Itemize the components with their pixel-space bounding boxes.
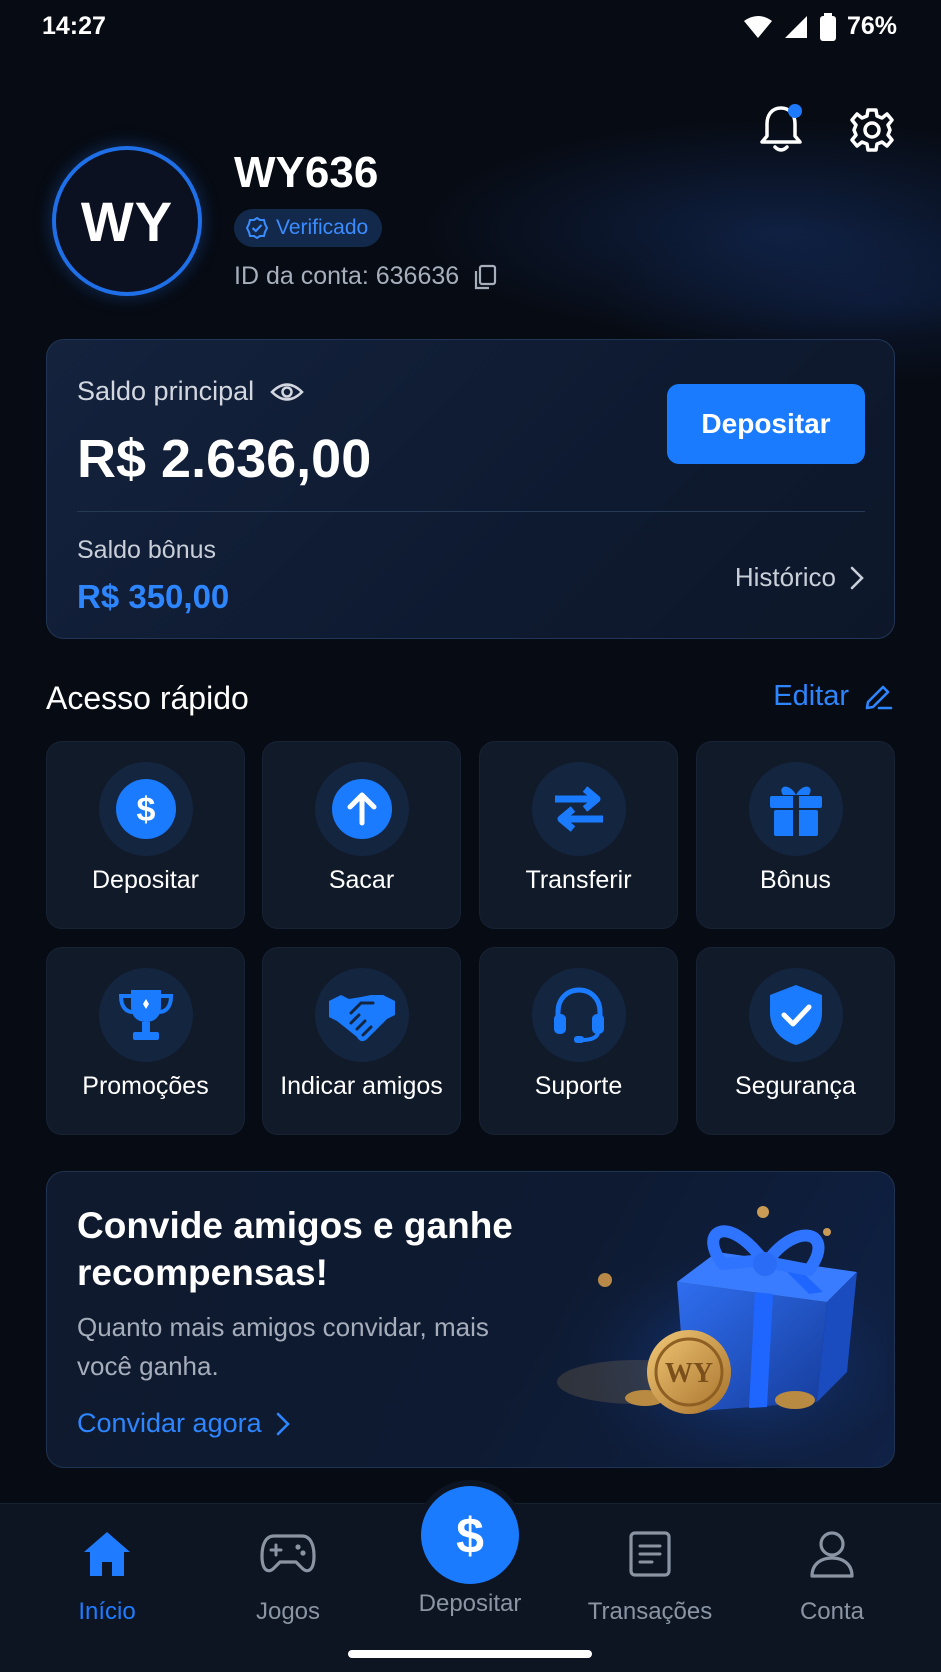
arrow-up-icon <box>332 779 392 839</box>
gift-box-illustration: WY <box>547 1206 887 1462</box>
balance-card: Saldo principal R$ 2.636,00 Depositar Sa… <box>46 339 895 639</box>
invite-promo-card[interactable]: Convide amigos e ganhe recompensas! Quan… <box>46 1171 895 1468</box>
svg-text:$: $ <box>137 791 156 829</box>
quick-access-security[interactable]: Segurança <box>696 947 895 1135</box>
invite-now-label: Convidar agora <box>77 1408 262 1438</box>
quick-access-title: Acesso rápido <box>46 680 249 716</box>
eye-icon[interactable] <box>270 381 304 403</box>
quick-access-label: Segurança <box>735 1072 856 1100</box>
coin-text: WY <box>665 1358 713 1389</box>
signal-icon <box>784 15 807 38</box>
settings-gear-icon[interactable] <box>848 106 896 154</box>
pencil-icon <box>865 685 893 709</box>
nav-label: Conta <box>799 1598 865 1625</box>
notification-dot <box>788 104 802 118</box>
status-time: 14:27 <box>42 12 106 40</box>
quick-access-label: Sacar <box>328 866 395 894</box>
nav-deposit-fab[interactable]: $ <box>421 1486 519 1584</box>
home-icon <box>84 1532 130 1576</box>
dollar-icon: $ <box>116 779 176 839</box>
quick-access-label: Depositar <box>92 866 199 894</box>
bonus-balance-label: Saldo bônus <box>77 536 217 564</box>
home-indicator <box>348 1650 592 1658</box>
user-icon <box>810 1531 854 1578</box>
headset-icon <box>554 987 604 1043</box>
quick-access-promotions[interactable]: Promoções <box>46 947 245 1135</box>
nav-label: Transações <box>587 1598 713 1625</box>
gamepad-icon <box>260 1534 316 1573</box>
quick-access-label: Transferir <box>525 866 632 894</box>
account-id-text: ID da conta: 636636 <box>234 262 460 290</box>
gift-icon <box>770 786 822 836</box>
battery-icon <box>819 12 836 41</box>
verified-badge: Verificado <box>234 209 383 247</box>
quick-access-support[interactable]: Suporte <box>479 947 678 1135</box>
nav-item-home[interactable]: Início <box>22 1526 192 1626</box>
quick-access-deposit[interactable]: $ Depositar <box>46 741 245 929</box>
nav-item-account[interactable]: Conta <box>747 1526 917 1626</box>
history-link[interactable]: Histórico <box>735 562 864 593</box>
receipt-icon <box>629 1531 671 1577</box>
edit-label: Editar <box>773 680 849 712</box>
quick-access-edit-button[interactable]: Editar <box>773 680 893 713</box>
promo-title: Convide amigos e ganhe recompensas! <box>77 1205 513 1293</box>
quick-access-label: Bônus <box>760 866 831 894</box>
balance-divider <box>77 511 865 512</box>
dollar-icon: $ <box>456 1508 484 1563</box>
bonus-balance-amount: R$ 350,00 <box>77 578 230 615</box>
quick-access-label: Promoções <box>82 1072 209 1100</box>
promo-subtitle: Quanto mais amigos convidar, mais você g… <box>77 1312 489 1381</box>
status-bar: 14:27 76% <box>0 0 941 56</box>
quick-access-withdraw[interactable]: Sacar <box>262 741 461 929</box>
main-balance-amount: R$ 2.636,00 <box>77 429 372 489</box>
history-label: Histórico <box>734 562 836 592</box>
quick-access-bonus[interactable]: Bônus <box>696 741 895 929</box>
main-balance-label: Saldo principal <box>77 376 255 406</box>
invite-now-link[interactable]: Convidar agora <box>77 1408 290 1439</box>
battery-percent: 76% <box>846 12 897 40</box>
nav-label: Jogos <box>255 1598 321 1625</box>
nav-deposit-label: Depositar <box>418 1590 522 1617</box>
chevron-right-icon <box>276 1412 290 1435</box>
shield-check-icon <box>770 985 822 1045</box>
nav-item-transactions[interactable]: Transações <box>565 1526 735 1626</box>
copy-icon[interactable] <box>473 264 497 290</box>
chevron-right-icon <box>850 566 864 589</box>
avatar[interactable]: WY <box>52 146 202 296</box>
quick-access-label: Indicar amigos <box>280 1072 443 1100</box>
nav-item-games[interactable]: Jogos <box>203 1526 373 1626</box>
handshake-icon <box>329 995 395 1042</box>
wifi-icon <box>743 15 772 38</box>
deposit-button[interactable]: Depositar <box>667 384 865 464</box>
verified-check-icon <box>246 217 268 239</box>
quick-access-transfer[interactable]: Transferir <box>479 741 678 929</box>
verified-label: Verificado <box>276 216 369 239</box>
trophy-icon <box>118 990 174 1040</box>
status-icons: 76% <box>743 12 897 41</box>
username: WY636 <box>234 148 379 197</box>
quick-access-refer-friends[interactable]: Indicar amigos <box>262 947 461 1135</box>
account-id: ID da conta: 636636 <box>234 262 497 291</box>
transfer-icon <box>555 786 603 832</box>
main-balance-label-row: Saldo principal <box>77 376 304 407</box>
nav-label: Início <box>78 1598 136 1625</box>
quick-access-label: Suporte <box>534 1072 623 1100</box>
avatar-initials: WY <box>80 189 174 253</box>
svg-text:$: $ <box>456 1508 484 1563</box>
